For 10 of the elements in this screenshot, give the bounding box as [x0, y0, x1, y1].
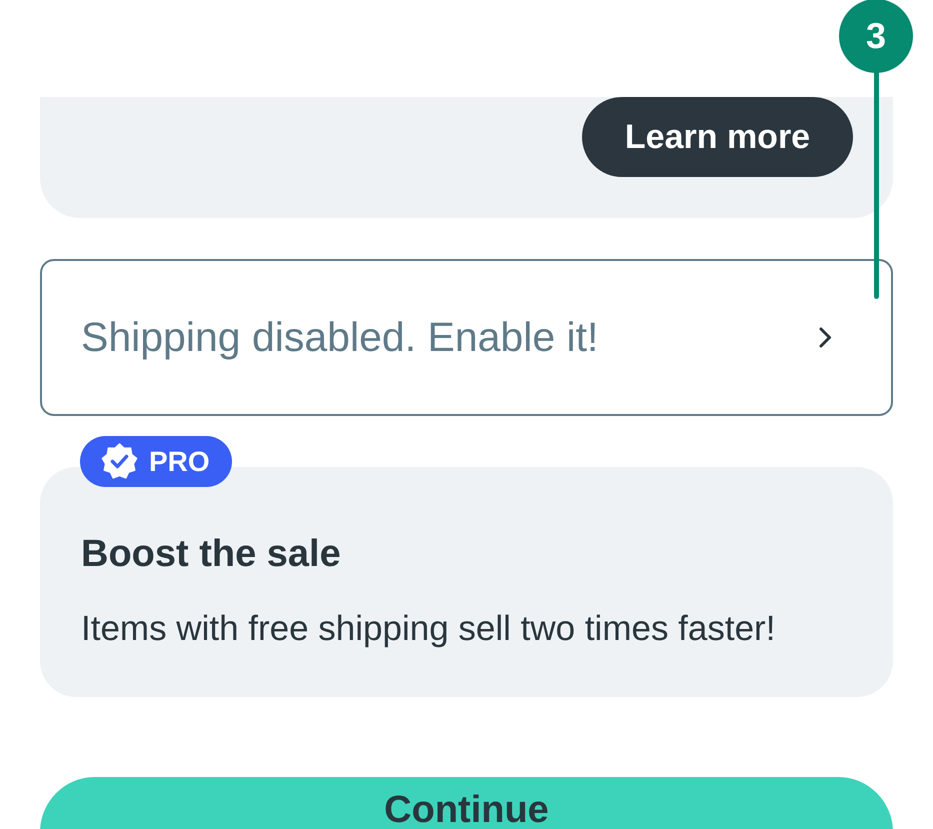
learn-more-button[interactable]: Learn more — [582, 97, 853, 177]
continue-button[interactable]: Continue — [40, 777, 893, 829]
pro-label: PRO — [149, 448, 210, 476]
shipping-row[interactable]: Shipping disabled. Enable it! — [40, 259, 893, 416]
chevron-right-icon — [819, 327, 832, 348]
boost-title: Boost the sale — [81, 535, 341, 573]
callout-marker: 3 — [839, 0, 913, 73]
verified-check-icon — [101, 443, 138, 480]
boost-description: Items with free shipping sell two times faster! — [81, 611, 776, 646]
shipping-status-text: Shipping disabled. Enable it! — [81, 312, 598, 362]
